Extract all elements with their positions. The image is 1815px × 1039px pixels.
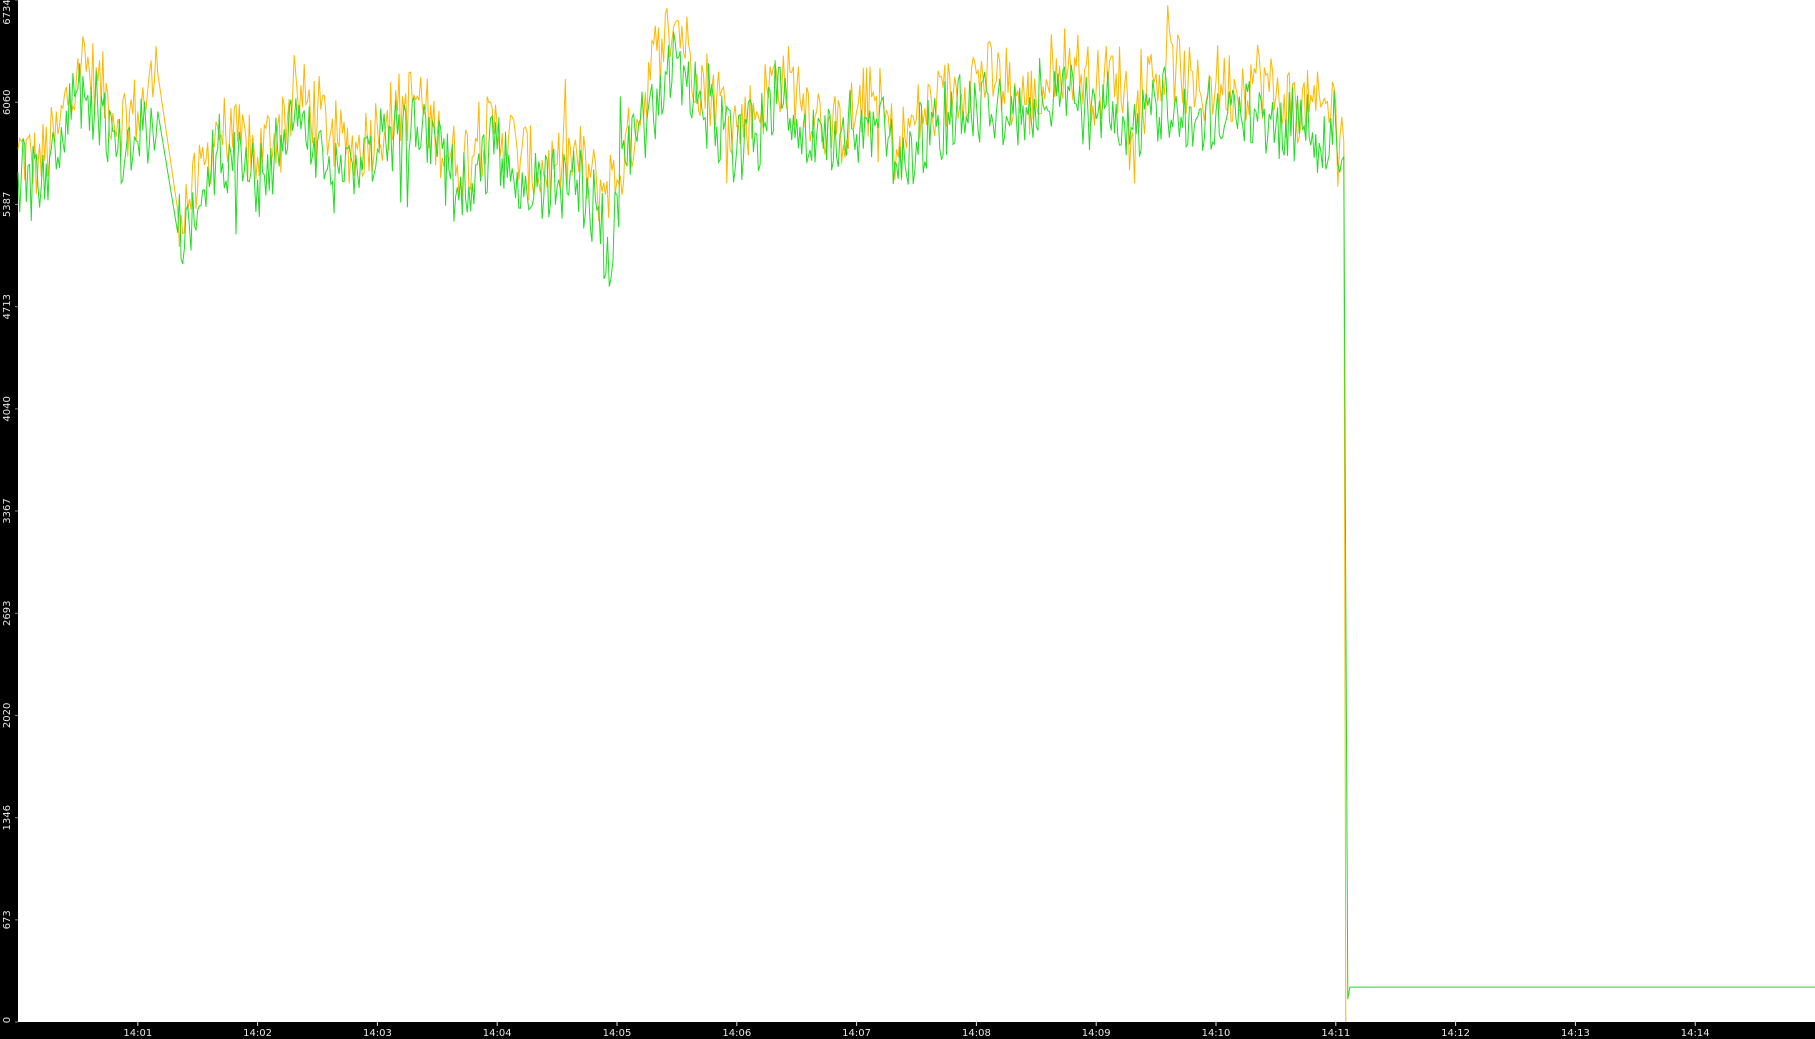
y-tick-label: 0 xyxy=(2,1017,13,1023)
y-tick-label: 3367 xyxy=(2,498,13,523)
x-tick-label: 14:11 xyxy=(1321,1028,1350,1039)
x-tick-label: 14:07 xyxy=(842,1028,871,1039)
y-tick-label: 4040 xyxy=(2,396,13,421)
x-tick-label: 14:01 xyxy=(123,1028,152,1039)
y-tick-label: 2693 xyxy=(2,601,13,626)
chart: 0 673 1346 2020 2693 3367 4040 4713 5387 6060 6734… xyxy=(0,0,1815,1039)
x-tick-label: 14:06 xyxy=(722,1028,751,1039)
x-tick-label: 14:03 xyxy=(363,1028,392,1039)
y-tick-label: 5387 xyxy=(2,192,13,217)
x-tick-label: 14:05 xyxy=(603,1028,632,1039)
y-tick-label: 4713 xyxy=(2,294,13,319)
plot-area xyxy=(18,0,1815,1022)
y-tick-label: 1346 xyxy=(2,805,13,830)
y-tick-label: 673 xyxy=(2,910,13,929)
x-tick-label: 14:13 xyxy=(1561,1028,1590,1039)
x-tick-label: 14:12 xyxy=(1441,1028,1470,1039)
x-tick-label: 14:04 xyxy=(483,1028,512,1039)
y-tick-label: 6734 xyxy=(2,0,13,25)
y-axis: 0 673 1346 2020 2693 3367 4040 4713 5387 6060 6734 xyxy=(2,0,18,1023)
x-axis: 14:01 14:02 14:03 14:04 14:05 14:06 14:07 14:08… xyxy=(123,1022,1710,1039)
x-tick-label: 14:10 xyxy=(1202,1028,1231,1039)
line-chart: 0 673 1346 2020 2693 3367 4040 4713 5387 6060 6734… xyxy=(2,0,1815,1039)
x-tick-label: 14:09 xyxy=(1082,1028,1111,1039)
y-tick-label: 6060 xyxy=(2,90,13,115)
x-tick-label: 14:08 xyxy=(962,1028,991,1039)
y-tick-label: 2020 xyxy=(2,703,13,728)
x-tick-label: 14:14 xyxy=(1681,1028,1710,1039)
x-tick-label: 14:02 xyxy=(243,1028,272,1039)
